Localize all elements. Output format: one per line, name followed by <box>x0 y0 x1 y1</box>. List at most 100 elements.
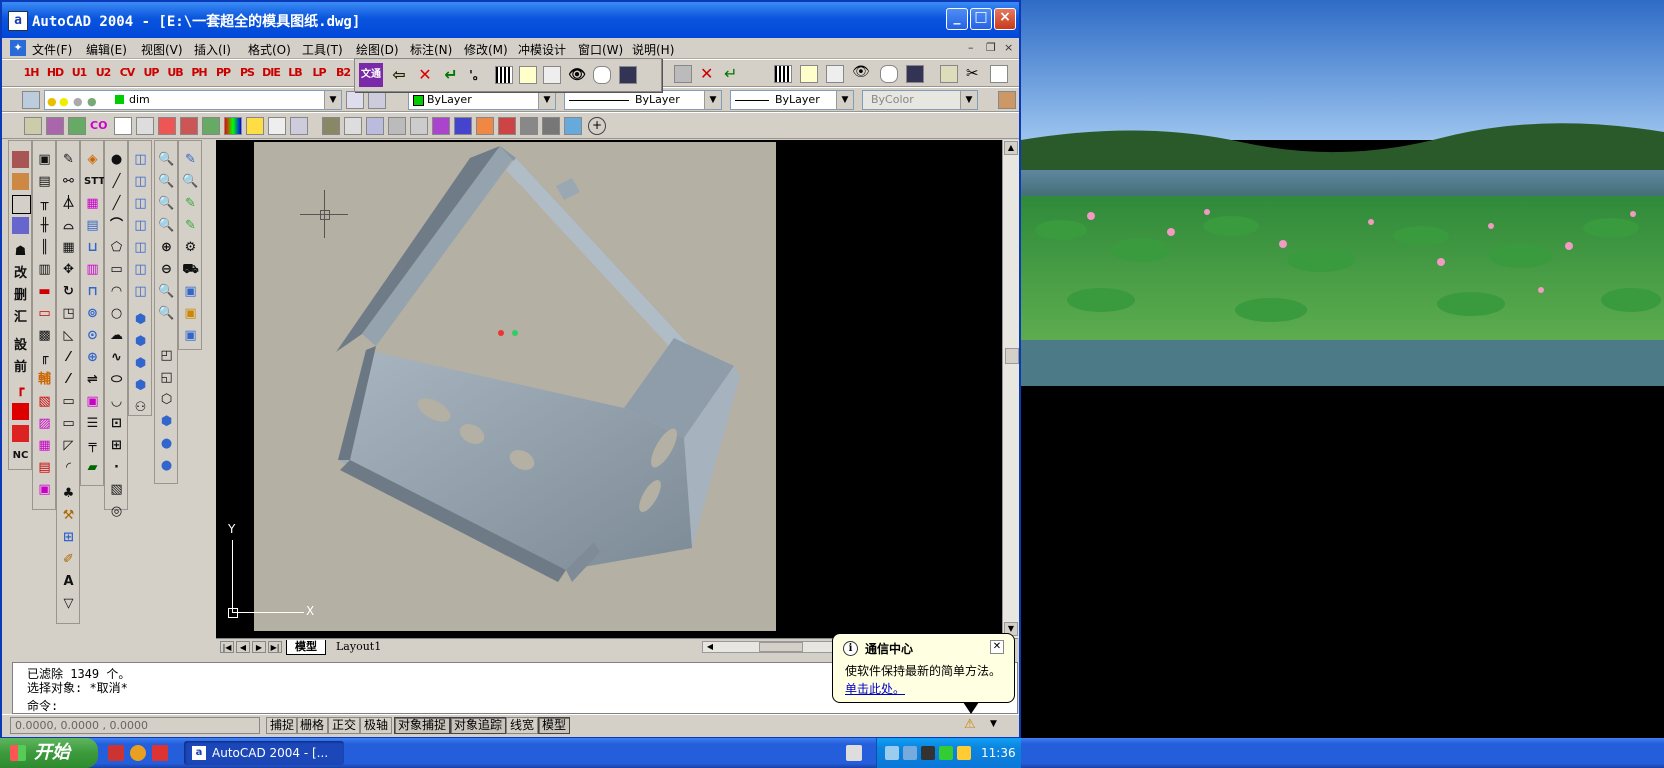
tool-icon[interactable] <box>432 117 450 135</box>
palette-icon[interactable] <box>12 217 29 234</box>
palette-icon[interactable]: ✎ <box>182 151 199 168</box>
quicklaunch-icon[interactable] <box>152 745 168 761</box>
tray-icon[interactable] <box>921 746 935 760</box>
grid-toggle[interactable]: 栅格 <box>296 717 329 734</box>
box-icon[interactable]: ◫ <box>132 173 149 190</box>
palette-icon[interactable]: ✎ <box>182 195 199 212</box>
palette-icon[interactable]: ╓ <box>36 349 53 366</box>
arc-icon[interactable]: ◠ <box>108 283 125 300</box>
palette-icon[interactable]: ✎ <box>60 151 77 168</box>
view-icon[interactable]: ⬡ <box>158 391 175 408</box>
scroll-up-arrow[interactable]: ▲ <box>1004 141 1018 155</box>
lineweight-dropdown[interactable]: ByLayer ▼ <box>730 90 854 110</box>
mdi-minimize-button[interactable]: – <box>968 41 974 54</box>
tab-model[interactable]: 模型 <box>286 640 326 655</box>
palette-icon[interactable] <box>12 403 29 420</box>
palette-icon[interactable]: ▣ <box>182 327 199 344</box>
palette-icon[interactable]: ╥ <box>36 195 53 212</box>
eye-icon[interactable]: 👁 <box>567 65 587 85</box>
quicklaunch-icon[interactable] <box>130 745 146 761</box>
palette-icon[interactable]: ⇌ <box>84 371 101 388</box>
render-icon[interactable] <box>998 91 1016 109</box>
zoom-icon[interactable]: 🔍 <box>158 283 175 300</box>
tool-icon[interactable] <box>476 117 494 135</box>
command-prompt[interactable]: 命令: <box>27 697 58 714</box>
tool-icon[interactable] <box>542 117 560 135</box>
chamfer-icon[interactable]: ◸ <box>60 437 77 454</box>
zoom-icon[interactable]: 🔍 <box>158 151 175 168</box>
autocad-app-icon[interactable]: a <box>8 11 28 31</box>
palette-icon[interactable]: ▤ <box>84 217 101 234</box>
rotate-icon[interactable]: ↻ <box>60 283 77 300</box>
first-tab-button[interactable]: |◀ <box>220 641 234 653</box>
chevron-down-icon[interactable]: ▼ <box>324 91 341 109</box>
box-icon[interactable]: ◫ <box>132 217 149 234</box>
polygon-icon[interactable]: ⬠ <box>108 239 125 256</box>
point-icon[interactable]: · <box>108 459 125 476</box>
region-icon[interactable]: ◎ <box>108 503 125 520</box>
palette-icon[interactable]: ▤ <box>36 173 53 190</box>
mouse-icon[interactable] <box>593 66 611 84</box>
mouse-icon[interactable] <box>880 65 898 83</box>
close-button[interactable]: × <box>994 8 1016 30</box>
menu-insert[interactable]: 插入(I) <box>194 41 231 58</box>
tool-b2[interactable]: B2 <box>334 64 352 82</box>
palette-icon[interactable] <box>12 425 29 442</box>
last-tab-button[interactable]: ▶| <box>268 641 282 653</box>
box-icon[interactable]: ◫ <box>132 151 149 168</box>
add-icon[interactable]: + <box>588 117 606 135</box>
cube-icon[interactable]: ⬢ <box>132 311 149 328</box>
clock[interactable]: 11:36 <box>981 738 1016 768</box>
palette-icon[interactable]: ┏ <box>12 381 29 398</box>
layer-previous-icon[interactable] <box>368 91 386 109</box>
tool-icon[interactable] <box>114 117 132 135</box>
palette-icon[interactable]: ⊚ <box>84 305 101 322</box>
menu-dimension[interactable]: 标注(N) <box>410 41 452 58</box>
ortho-toggle[interactable]: 正交 <box>328 717 361 734</box>
menu-file[interactable]: 文件(F) <box>32 41 72 58</box>
tool-lp[interactable]: LP <box>310 64 328 82</box>
tray-icon[interactable] <box>885 746 899 760</box>
palette-icon[interactable]: ◈ <box>84 151 101 168</box>
spline-icon[interactable]: ∿ <box>108 349 125 366</box>
palette-icon[interactable]: ▧ <box>36 393 53 410</box>
keyboard-layout-icon[interactable] <box>846 745 862 761</box>
cube-icon[interactable]: ⬢ <box>132 355 149 372</box>
tool-co[interactable]: CO <box>90 119 107 132</box>
sphere-icon[interactable]: ● <box>158 457 175 474</box>
palette-icon[interactable]: A <box>60 573 77 590</box>
network-icon[interactable] <box>903 746 917 760</box>
tool-hd[interactable]: HD <box>46 64 64 82</box>
break-icon[interactable]: ▭ <box>60 415 77 432</box>
trim-icon[interactable]: ⁄ <box>60 349 77 366</box>
window-list-icon[interactable] <box>906 65 924 83</box>
tray-icon[interactable] <box>957 746 971 760</box>
title-bar[interactable]: a AutoCAD 2004 - [E:\一套超全的模具图纸.dwg] _ □ … <box>2 2 1019 38</box>
menu-help[interactable]: 说明(H) <box>632 41 674 58</box>
tool-icon[interactable] <box>158 117 176 135</box>
enter-icon[interactable]: ↵ <box>441 65 461 85</box>
layer-dropdown[interactable]: ● ● ● ● dim ▼ <box>44 90 342 110</box>
tool-icon[interactable] <box>344 117 362 135</box>
move-icon[interactable]: ✥ <box>60 261 77 278</box>
tool-icon[interactable] <box>290 117 308 135</box>
tool-icon[interactable] <box>136 117 154 135</box>
keyboard-icon[interactable] <box>774 65 792 83</box>
xline-icon[interactable]: ╱ <box>108 195 125 212</box>
palette-icon[interactable]: ⚙ <box>182 239 199 256</box>
palette-icon[interactable]: ▽ <box>60 595 77 612</box>
chevron-down-icon[interactable]: ▼ <box>704 91 721 109</box>
palette-icon[interactable]: ⊓ <box>84 283 101 300</box>
copy-icon[interactable] <box>990 65 1008 83</box>
menu-window[interactable]: 窗口(W) <box>578 41 623 58</box>
tool-pp[interactable]: PP <box>214 64 232 82</box>
menu-edit[interactable]: 编辑(E) <box>86 41 127 58</box>
palette-icon[interactable]: ⚒ <box>60 507 77 524</box>
tool-icon[interactable] <box>520 117 538 135</box>
nc-icon[interactable]: NC <box>12 447 29 464</box>
stretch-icon[interactable]: ◺ <box>60 327 77 344</box>
tool-cv[interactable]: CV <box>118 64 136 82</box>
palette-icon[interactable]: ▣ <box>182 283 199 300</box>
sheet-metal-part[interactable] <box>254 142 776 631</box>
palette-icon[interactable]: ✎ <box>182 217 199 234</box>
